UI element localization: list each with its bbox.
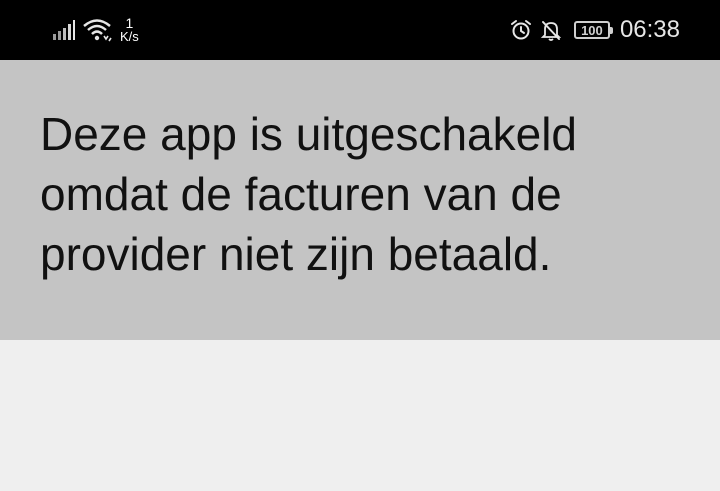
- bell-off-icon: [540, 21, 562, 41]
- status-right-group: 100 06:38: [510, 12, 680, 48]
- network-speed-unit: K/s: [120, 29, 139, 44]
- clock: 06:38: [619, 16, 680, 43]
- alarm-icon: [510, 20, 531, 40]
- battery-level: 100: [581, 22, 603, 38]
- network-speed-value: 1: [125, 15, 134, 31]
- signal-icon: [53, 20, 75, 40]
- disabled-app-banner: Deze app is uitgeschakeld omdat de factu…: [0, 60, 720, 340]
- battery-icon: 100: [573, 21, 613, 39]
- content-area: [0, 340, 720, 491]
- disabled-message: Deze app is uitgeschakeld omdat de factu…: [40, 108, 577, 280]
- network-speed: 1 K/s: [120, 16, 139, 44]
- wifi-icon: [83, 19, 112, 42]
- status-bar: 1 K/s 100 06:38: [0, 0, 720, 60]
- status-left-group: 1 K/s: [52, 12, 139, 48]
